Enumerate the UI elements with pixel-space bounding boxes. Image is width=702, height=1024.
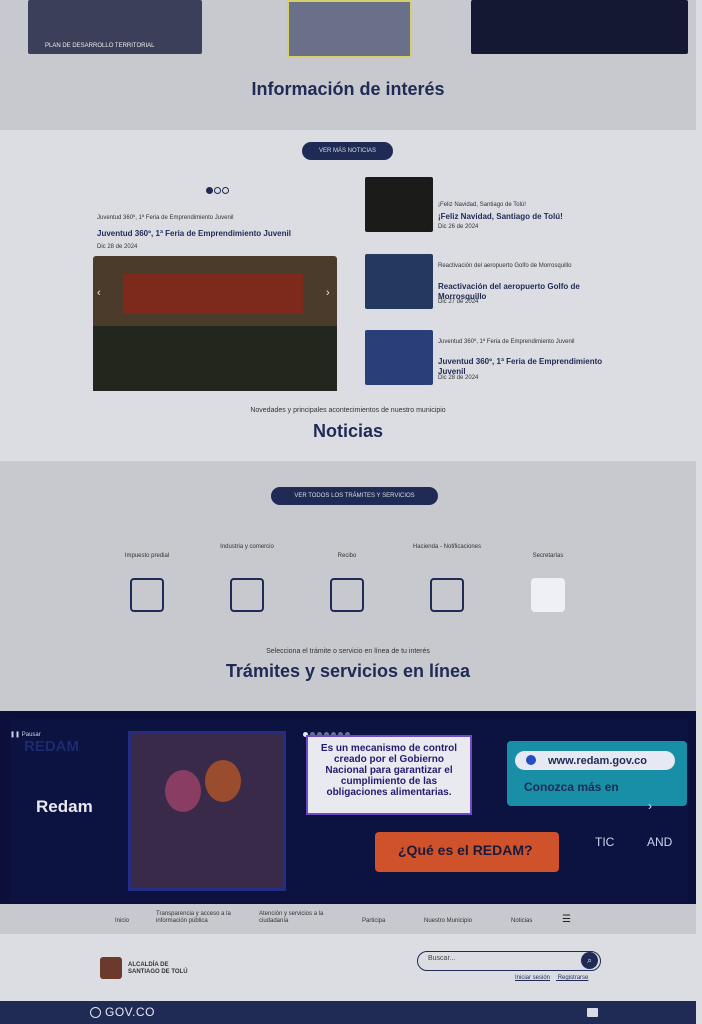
search-input[interactable]: Buscar... [428, 955, 455, 962]
all-services-button[interactable]: VER TODOS LOS TRÁMITES Y SERVICIOS [271, 487, 438, 505]
side-news-headline[interactable]: Juventud 360º, 1ª Feria de Emprendimient… [438, 357, 608, 377]
town-name[interactable]: ALCALDÍA DE SANTIAGO DE TOLÚ [128, 962, 188, 976]
banner-url[interactable]: www.redam.gov.co [548, 755, 647, 767]
store-icon [230, 578, 264, 612]
service-label: Impuesto predial [124, 553, 170, 559]
auth-links: Iniciar sesión Registrarse [515, 975, 594, 981]
next-arrow-icon[interactable]: › [326, 287, 330, 299]
nav-item-participa[interactable]: Participa [362, 918, 385, 925]
and-logo: AND [647, 835, 673, 849]
services-title: Trámites y servicios en línea [225, 661, 471, 681]
banner-card-text: Es un mecanismo de control creado por el… [320, 743, 458, 798]
side-news-date: Dic 28 de 2024 [438, 375, 479, 381]
megaphone-icon [430, 578, 464, 612]
side-news-date: Dic 27 de 2024 [438, 299, 479, 305]
news-title: Noticias [312, 421, 384, 441]
image-awning [123, 274, 303, 314]
service-label: Secretarías [532, 553, 564, 559]
photo-person [205, 760, 241, 802]
tic-logo: TIC [595, 835, 615, 849]
carousel-dot[interactable] [222, 187, 229, 194]
nav-item-transparencia[interactable]: Transparencia y acceso a la información … [156, 911, 238, 925]
info-card-3[interactable] [471, 0, 688, 54]
service-secretarias[interactable] [513, 578, 583, 612]
house-tax-icon [130, 578, 164, 612]
menu-icon[interactable]: ☰ [562, 914, 571, 925]
services-subtitle: Selecciona el trámite o servicio en líne… [266, 648, 430, 655]
service-industria-comercio[interactable] [212, 578, 282, 612]
govco-circle-icon [90, 1007, 101, 1019]
side-news-date: Dic 26 de 2024 [438, 224, 479, 230]
service-label: Industria y comercio [220, 544, 274, 550]
nav-item-noticias[interactable]: Noticias [511, 918, 532, 925]
image-crowd [93, 326, 337, 391]
login-link[interactable]: Iniciar sesión [515, 975, 550, 981]
carousel-dot[interactable] [206, 187, 213, 194]
info-card-2[interactable] [287, 0, 412, 58]
side-news-image[interactable] [365, 254, 433, 309]
banner-question: ¿Qué es el REDAM? [398, 842, 533, 858]
service-hacienda[interactable] [412, 578, 482, 612]
town-emblem-icon[interactable] [100, 957, 122, 979]
main-news-desc: Juventud 360º, 1ª Feria de Emprendimient… [97, 215, 234, 221]
info-card-caption: PLAN DE DESARROLLO TERRITORIAL [45, 43, 155, 49]
prev-arrow-icon[interactable]: ‹ [97, 287, 101, 299]
govco-bar: GOV.CO [0, 1001, 696, 1024]
side-news-desc: Juventud 360º, 1ª Feria de Emprendimient… [438, 339, 575, 345]
news-subtitle: Novedades y principales acontecimientos … [250, 407, 446, 414]
govco-text: GOV.CO [105, 1005, 155, 1019]
service-label: Hacienda - Notificaciones [412, 544, 482, 550]
service-recibo[interactable] [312, 578, 382, 612]
banner-watermark: REDAM [24, 738, 79, 755]
side-news-headline[interactable]: ¡Feliz Navidad, Santiago de Tolú! [438, 212, 608, 222]
main-news-image[interactable] [93, 256, 337, 391]
nav-item-atencion[interactable]: Atención y servicios a la ciudadanía [259, 911, 339, 925]
nav-item-municipio[interactable]: Nuestro Municipio [424, 918, 472, 925]
town-line-1: ALCALDÍA DE [128, 962, 169, 968]
town-line-2: SANTIAGO DE TOLÚ [128, 969, 188, 975]
side-news-image[interactable] [365, 177, 433, 232]
side-news-desc: ¡Feliz Navidad, Santiago de Tolú! [438, 202, 526, 208]
banner-photo [128, 731, 286, 891]
puzzle-icon [531, 578, 565, 612]
photo-person [165, 770, 201, 812]
receipt-icon [330, 578, 364, 612]
main-news-headline[interactable]: Juventud 360º, 1ª Feria de Emprendimient… [97, 229, 291, 238]
banner-conozca: Conozca más en [524, 780, 619, 794]
carousel-dots [206, 181, 230, 199]
nav-item-inicio[interactable]: Inicio [115, 918, 129, 925]
carousel-dot[interactable] [214, 187, 221, 194]
register-link[interactable]: Registrarse [558, 975, 589, 981]
pause-button[interactable]: ❚❚ Pausar [10, 731, 41, 738]
search-icon[interactable]: ⌕ [581, 952, 598, 969]
info-title: Información de interés [251, 79, 445, 99]
service-label: Recibo [337, 553, 357, 559]
scrollbar[interactable] [696, 0, 702, 1024]
language-flag-icon[interactable] [587, 1008, 598, 1017]
govco-logo[interactable]: GOV.CO [90, 1005, 155, 1019]
globe-icon [526, 755, 536, 765]
main-news-date: Dic 28 de 2024 [97, 244, 138, 250]
banner-title: Redam [36, 797, 93, 816]
service-impuesto-predial[interactable] [112, 578, 182, 612]
more-news-button[interactable]: VER MÁS NOTICIAS [302, 142, 393, 160]
side-news-image[interactable] [365, 330, 433, 385]
main-nav [0, 904, 696, 935]
banner-next-icon[interactable]: › [648, 799, 652, 813]
side-news-desc: Reactivación del aeropuerto Golfo de Mor… [438, 263, 572, 269]
